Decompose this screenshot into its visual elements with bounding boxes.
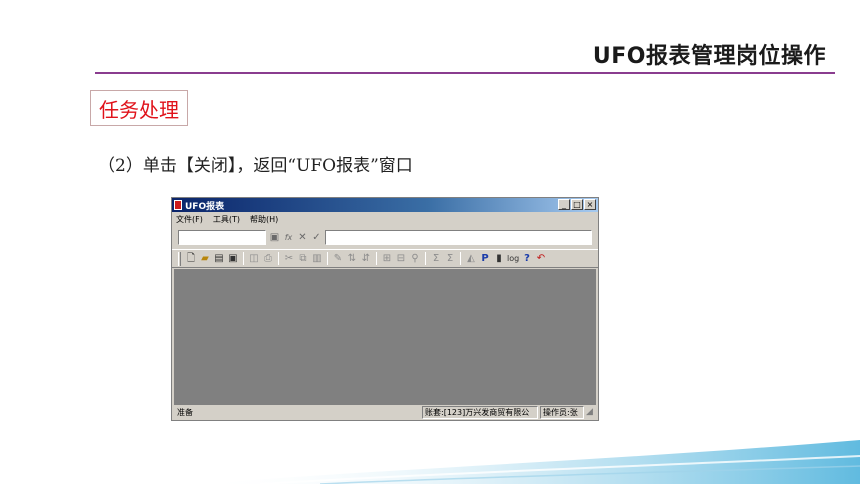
copy-icon[interactable]: ⧉ xyxy=(297,252,309,265)
toolbar-separator xyxy=(278,252,279,265)
edit-bar: ▣ fx ✕ ✓ xyxy=(172,228,598,247)
help-icon[interactable]: ? xyxy=(521,252,533,265)
resize-grip-icon[interactable]: ◢ xyxy=(586,407,596,418)
ufo-report-window: UFO报表 _ □ × 文件(F) 工具(T) 帮助(H) ▣ fx ✕ ✓ 🗋… xyxy=(171,197,599,421)
toolbar-separator xyxy=(376,252,377,265)
status-bar: 准备 账套:[123]万兴发商贸有限公 操作员:张 ◢ xyxy=(174,406,596,419)
format-painter-icon[interactable]: ✎ xyxy=(332,252,344,265)
decorative-swoosh xyxy=(200,440,860,484)
task-box: 任务处理 xyxy=(90,90,188,126)
sort-asc-icon[interactable]: ⇅ xyxy=(346,252,358,265)
sort-desc-icon[interactable]: ⇵ xyxy=(360,252,372,265)
undo-icon[interactable]: ↶ xyxy=(535,252,547,265)
title-divider xyxy=(95,72,835,74)
new-icon[interactable]: 🗋 xyxy=(185,252,197,265)
sum-all-icon[interactable]: Σ xyxy=(444,252,456,265)
cut-icon[interactable]: ✂ xyxy=(283,252,295,265)
toolbar: 🗋 ▰ ▤ ▣ ◫ ⎙ ✂ ⧉ ▥ ✎ ⇅ ⇵ ⊞ ⊟ ⚲ Σ Σ ◭ P ▮ … xyxy=(172,249,598,268)
grid-icon[interactable]: ⊟ xyxy=(395,252,407,265)
cell-reference-box[interactable] xyxy=(178,230,266,245)
sum-icon[interactable]: Σ xyxy=(430,252,442,265)
table-icon[interactable]: ⊞ xyxy=(381,252,393,265)
info-icon[interactable]: ▮ xyxy=(493,252,505,265)
chart-icon[interactable]: ◭ xyxy=(465,252,477,265)
toolbar-grip[interactable] xyxy=(178,251,181,266)
step-instruction: （2）单击【关闭】，返回“UFO报表”窗口 xyxy=(98,156,413,176)
window-titlebar[interactable]: UFO报表 _ □ × xyxy=(172,198,598,212)
formula-input[interactable] xyxy=(325,230,592,245)
cancel-icon[interactable]: ✕ xyxy=(297,232,308,243)
confirm-icon[interactable]: ✓ xyxy=(311,232,322,243)
workspace-area[interactable] xyxy=(174,269,596,405)
find-icon[interactable]: ⚲ xyxy=(409,252,421,265)
close-button[interactable]: × xyxy=(584,199,596,210)
log-icon[interactable]: log xyxy=(507,252,519,265)
paste-icon[interactable]: ▥ xyxy=(311,252,323,265)
toolbar-separator xyxy=(460,252,461,265)
toolbar-separator xyxy=(327,252,328,265)
status-ready: 准备 xyxy=(177,408,193,417)
maximize-button[interactable]: □ xyxy=(571,199,583,210)
function-icon[interactable]: fx xyxy=(283,232,294,243)
save-icon[interactable]: ▣ xyxy=(269,232,280,243)
menu-file[interactable]: 文件(F) xyxy=(176,214,203,225)
app-icon[interactable] xyxy=(174,200,182,210)
bold-p-icon[interactable]: P xyxy=(479,252,491,265)
print-preview-icon[interactable]: ◫ xyxy=(248,252,260,265)
menu-help[interactable]: 帮助(H) xyxy=(250,214,278,225)
slide-title: UFO报表管理岗位操作 xyxy=(592,44,826,69)
print-icon[interactable]: ⎙ xyxy=(262,252,274,265)
menu-bar: 文件(F) 工具(T) 帮助(H) xyxy=(172,213,598,226)
task-label: 任务处理 xyxy=(99,97,179,122)
toolbar-separator xyxy=(425,252,426,265)
window-title: UFO报表 xyxy=(185,201,225,212)
copy-doc-icon[interactable]: ▤ xyxy=(213,252,225,265)
status-operator: 操作员:张 xyxy=(540,406,584,419)
save-icon[interactable]: ▣ xyxy=(227,252,239,265)
open-icon[interactable]: ▰ xyxy=(199,252,211,265)
window-controls: _ □ × xyxy=(558,199,596,210)
status-account: 账套:[123]万兴发商贸有限公 xyxy=(422,406,538,419)
minimize-button[interactable]: _ xyxy=(558,199,570,210)
toolbar-separator xyxy=(243,252,244,265)
menu-tools[interactable]: 工具(T) xyxy=(213,214,240,225)
